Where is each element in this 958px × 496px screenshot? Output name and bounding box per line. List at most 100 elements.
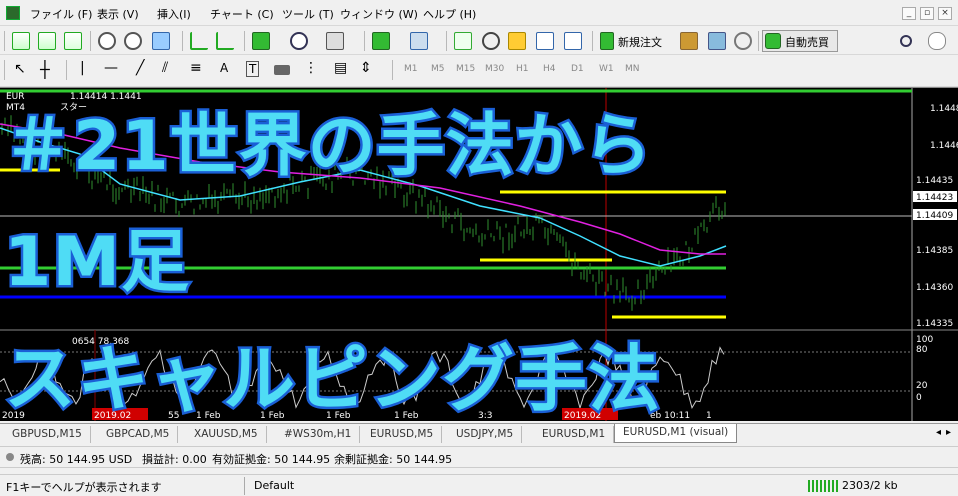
osc-label: 80 xyxy=(916,345,928,355)
tab-eurusd-m1-visual[interactable]: EURUSD,M1 (visual) xyxy=(614,424,738,443)
crosshair-icon[interactable]: ┼ xyxy=(40,60,50,79)
toolbar-grip xyxy=(4,31,5,51)
new-chart-icon[interactable] xyxy=(372,32,390,50)
tab-gbpcad-m5[interactable]: GBPCAD,M5 xyxy=(98,426,179,443)
price-label: 1.14460 xyxy=(930,141,958,151)
tf-m30[interactable]: M30 xyxy=(485,64,504,74)
trendline-icon[interactable]: ╱ xyxy=(136,60,144,76)
profiles-icon[interactable] xyxy=(410,32,428,50)
autotrade-label: 自動売買 xyxy=(785,36,829,49)
tile-windows-icon[interactable] xyxy=(152,32,170,50)
connection-bars-icon xyxy=(808,480,838,492)
tab-gbpusd-m15[interactable]: GBPUSD,M15 xyxy=(4,426,91,443)
tf-mn[interactable]: MN xyxy=(625,64,640,74)
chart-shift-icon[interactable] xyxy=(190,32,208,50)
menu-insert[interactable]: 挿入(I) xyxy=(157,6,191,22)
price-label: 1.14360 xyxy=(916,283,953,293)
text-icon[interactable]: A xyxy=(220,61,228,75)
menu-window[interactable]: ウィンドウ (W) xyxy=(340,6,418,22)
tf-m1[interactable]: M1 xyxy=(404,64,418,74)
menu-tools[interactable]: ツール (T) xyxy=(282,6,334,22)
menu-help[interactable]: ヘルプ (H) xyxy=(423,6,476,22)
bar-chart-icon[interactable] xyxy=(12,32,30,50)
signals-icon[interactable] xyxy=(734,32,752,50)
osc-label: 20 xyxy=(916,381,928,391)
time-label: 1 xyxy=(706,411,712,421)
periods-clock-icon[interactable] xyxy=(290,32,308,50)
channel-icon[interactable]: ⫽ xyxy=(162,60,168,76)
gann-icon[interactable]: ⋮ xyxy=(304,60,318,76)
status-bar: F1キーでヘルプが表示されます Default 2303/2 kb xyxy=(0,474,958,496)
free-margin-text: 余剰証拠金: 50 144.95 xyxy=(334,453,453,466)
tf-m5[interactable]: M5 xyxy=(431,64,445,74)
price-label: 1.14435 xyxy=(916,176,953,186)
autotrade-button[interactable]: 自動売買 xyxy=(762,30,838,52)
line-chart-icon[interactable] xyxy=(64,32,82,50)
osc-label: 100 xyxy=(916,335,933,345)
minimize-icon[interactable]: _ xyxy=(902,7,916,20)
close-icon[interactable]: × xyxy=(938,7,952,20)
tf-d1[interactable]: D1 xyxy=(571,64,584,74)
tabs-scroll-left-icon[interactable]: ◂ xyxy=(936,427,941,438)
tab-usdjpy-m5[interactable]: USDJPY,M5 xyxy=(448,426,523,443)
terminal-icon[interactable] xyxy=(536,32,554,50)
search-icon[interactable] xyxy=(900,35,912,47)
chat-icon[interactable] xyxy=(928,32,946,50)
pnl-text: 損益計: 0.00 xyxy=(142,453,207,466)
app-logo-icon xyxy=(6,6,20,20)
account-dot-icon xyxy=(6,453,14,461)
templates-icon[interactable] xyxy=(326,32,344,50)
shapes-icon[interactable]: ▤ xyxy=(334,60,347,76)
current-price-tag: 1.14423 xyxy=(916,193,953,203)
menu-view[interactable]: 表示 (V) xyxy=(97,6,139,22)
vertical-line-icon[interactable]: | xyxy=(80,60,85,76)
menu-file[interactable]: ファイル (F) xyxy=(30,6,92,22)
chart-tabs: GBPUSD,M15 GBPCAD,M5 XAUUSD,M5 #WS30m,H1… xyxy=(0,423,958,443)
standard-toolbar: 新規注文 自動売買 xyxy=(0,27,958,55)
new-order-icon[interactable] xyxy=(600,32,614,50)
indicators-icon[interactable] xyxy=(252,32,270,50)
profile-name: Default xyxy=(254,479,295,492)
zoom-in-icon[interactable] xyxy=(98,32,116,50)
osc-label: 0 xyxy=(916,393,922,403)
tab-ws30m-h1[interactable]: #WS30m,H1 xyxy=(276,426,361,443)
tab-eurusd-m5[interactable]: EURUSD,M5 xyxy=(362,426,443,443)
navigator-star-icon[interactable] xyxy=(508,32,526,50)
tf-h4[interactable]: H4 xyxy=(543,64,556,74)
metaeditor-icon[interactable] xyxy=(680,32,698,50)
menu-bar: ファイル (F) 表示 (V) 挿入(I) チャート (C) ツール (T) ウ… xyxy=(0,0,958,26)
market-watch-icon[interactable] xyxy=(454,32,472,50)
tabs-scroll-right-icon[interactable]: ▸ xyxy=(946,427,951,438)
crosshair-nav-icon[interactable] xyxy=(482,32,500,50)
fibonacci-icon[interactable]: ≡ xyxy=(190,60,202,76)
price-label: 1.14335 xyxy=(916,319,953,329)
tab-eurusd-m1[interactable]: EURUSD,M1 xyxy=(534,426,615,443)
help-hint: F1キーでヘルプが表示されます xyxy=(6,481,162,494)
community-icon[interactable] xyxy=(708,32,726,50)
menu-chart[interactable]: チャート (C) xyxy=(210,6,274,22)
candlestick-icon[interactable] xyxy=(38,32,56,50)
tf-m15[interactable]: M15 xyxy=(456,64,475,74)
rectangle-icon[interactable] xyxy=(274,65,290,75)
account-status: 残高: 50 144.95 USD 損益計: 0.00 有効証拠金: 50 14… xyxy=(0,446,958,468)
tf-w1[interactable]: W1 xyxy=(599,64,614,74)
cursor-icon[interactable]: ↖ xyxy=(14,61,26,77)
horizontal-line-icon[interactable]: — xyxy=(104,60,118,76)
chart-window[interactable]: 1.14485 1.14460 1.14435 1.14423 1.14409 … xyxy=(0,87,958,424)
autoscroll-icon[interactable] xyxy=(216,32,234,50)
new-order-button[interactable]: 新規注文 xyxy=(618,34,662,50)
tf-h1[interactable]: H1 xyxy=(516,64,529,74)
traffic-text: 2303/2 kb xyxy=(842,479,898,492)
tester-icon[interactable] xyxy=(564,32,582,50)
zoom-out-icon[interactable] xyxy=(124,32,142,50)
drawing-toolbar: ↖ ┼ | — ╱ ⫽ ≡ A T ⋮ ▤ ⇕ M1 M5 M15 M30 H1… xyxy=(0,56,958,87)
overlay-title-line2: 1M足 xyxy=(2,221,192,305)
restore-icon[interactable]: ▫ xyxy=(920,7,934,20)
price-label: 1.14485 xyxy=(930,104,958,114)
overlay-title-line1: ＃21世界の手法から xyxy=(2,105,655,189)
bid-price-tag: 1.14409 xyxy=(916,211,953,221)
price-label: 1.14385 xyxy=(916,246,953,256)
text-label-icon[interactable]: T xyxy=(246,61,260,77)
arrows-icon[interactable]: ⇕ xyxy=(360,60,372,76)
tab-xauusd-m5[interactable]: XAUUSD,M5 xyxy=(186,426,267,443)
